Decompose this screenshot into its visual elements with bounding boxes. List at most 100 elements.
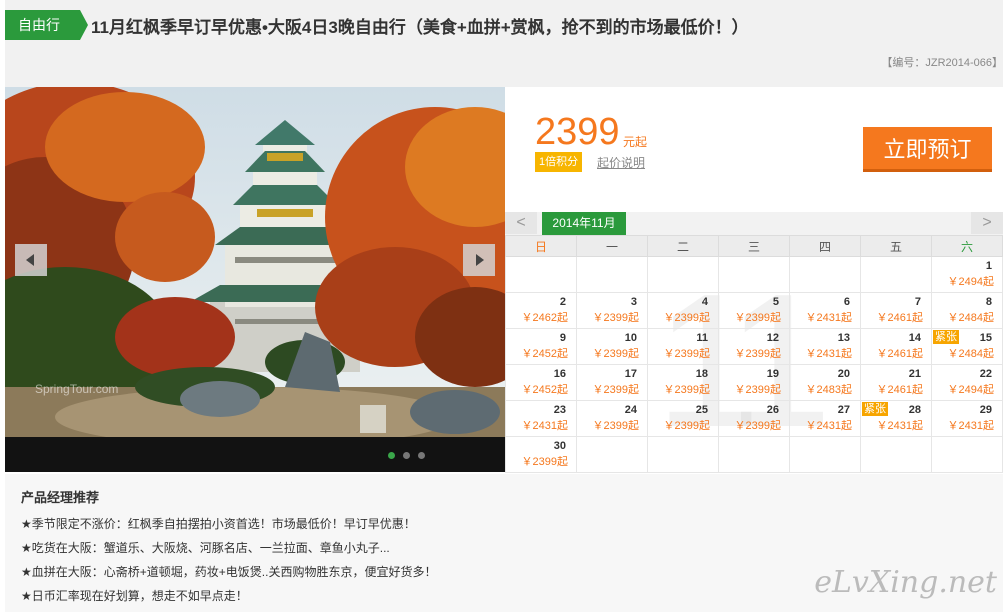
calendar-day-cell[interactable]: 19 ￥2399起 [718,364,790,401]
carousel-dot[interactable] [418,452,425,459]
calendar-day-cell[interactable]: 2 ￥2462起 [505,292,577,329]
calendar-day-cell[interactable]: 17 ￥2399起 [576,364,648,401]
carousel-dot[interactable] [388,452,395,459]
calendar-day-cell[interactable]: 12 ￥2399起 [718,328,790,365]
calendar-day-cell[interactable]: 24 ￥2399起 [576,400,648,437]
calendar-empty-cell [860,436,932,473]
points-badge: 1倍积分 [535,152,583,172]
weekday-row: 日一二三四五六 [505,235,1003,257]
day-number: 2 [559,296,566,308]
calendar-day-cell[interactable]: 3 ￥2399起 [576,292,648,329]
calendar-empty-cell [931,436,1003,473]
day-price: ￥2452起 [521,384,568,396]
calendar-week: 1 ￥2494起 [505,256,1003,293]
day-price: ￥2483起 [805,384,852,396]
day-number: 18 [695,368,708,380]
carousel-next-button[interactable] [463,244,495,276]
day-number: 28 [908,404,921,416]
price-unit: 元起 [623,135,648,149]
day-number: 21 [908,368,921,380]
limited-seats-badge: 紧张 [862,402,888,416]
carousel-dot[interactable] [403,452,410,459]
day-price: ￥2461起 [876,312,923,324]
category-tag[interactable]: 自由行 [5,10,88,40]
carousel-prev-button[interactable] [15,244,47,276]
day-price: ￥2452起 [521,348,568,360]
day-price: ￥2431起 [805,420,852,432]
calendar-day-cell[interactable]: 5 ￥2399起 [718,292,790,329]
day-number: 13 [837,332,850,344]
day-number: 7 [914,296,921,308]
day-number: 20 [837,368,850,380]
price-note-link[interactable]: 起价说明 [597,154,645,171]
weekday-header: 六 [931,235,1003,257]
photo-watermark: SpringTour.com [35,382,119,396]
recommend-list: ★季节限定不涨价：红枫季自拍摆拍小资首选！市场最低价！早订早优惠！ ★吃货在大阪… [21,512,436,608]
day-price: ￥2399起 [663,384,710,396]
day-number: 16 [553,368,566,380]
calendar-day-cell[interactable]: 30 ￥2399起 [505,436,577,473]
carousel-dots [388,452,425,459]
calendar-day-cell[interactable]: 13 ￥2431起 [789,328,861,365]
day-number: 8 [985,296,992,308]
calendar-day-cell[interactable]: 16 ￥2452起 [505,364,577,401]
day-number: 14 [908,332,921,344]
calendar-day-cell[interactable]: 14 ￥2461起 [860,328,932,365]
book-now-button[interactable]: 立即预订 [863,127,992,172]
calendar-next-button[interactable]: > [971,212,1003,234]
calendar-week: 9 ￥2452起 10 ￥2399起 11 ￥2399起 12 ￥2399起 13 ￥2431起 1… [505,328,1003,365]
day-number: 15 [979,332,992,344]
calendar-day-cell[interactable]: 20 ￥2483起 [789,364,861,401]
calendar-day-cell[interactable]: 紧张 15 ￥2484起 [931,328,1003,365]
calendar-day-cell[interactable]: 8 ￥2484起 [931,292,1003,329]
calendar-day-cell[interactable]: 25 ￥2399起 [647,400,719,437]
day-number: 9 [559,332,566,344]
recommend-item: ★日币汇率现在好划算，想走不如早点走！ [21,589,248,603]
day-number: 12 [766,332,779,344]
day-price: ￥2431起 [521,420,568,432]
day-price: ￥2431起 [947,420,994,432]
weekday-header: 四 [789,235,861,257]
osaka-castle-photo [5,87,505,472]
calendar-day-cell[interactable]: 1 ￥2494起 [931,256,1003,293]
day-price: ￥2399起 [592,312,639,324]
day-price: ￥2399起 [592,384,639,396]
calendar-day-cell[interactable]: 紧张 28 ￥2431起 [860,400,932,437]
calendar-day-cell[interactable]: 9 ￥2452起 [505,328,577,365]
day-number: 11 [696,332,708,344]
calendar-day-cell[interactable]: 29 ￥2431起 [931,400,1003,437]
day-number: 4 [701,296,708,308]
calendar-day-cell[interactable]: 18 ￥2399起 [647,364,719,401]
calendar-day-cell[interactable]: 27 ￥2431起 [789,400,861,437]
calendar-week: 2 ￥2462起 3 ￥2399起 4 ￥2399起 5 ￥2399起 6 ￥2431起 7 ￥246… [505,292,1003,329]
day-price: ￥2431起 [805,348,852,360]
calendar-prev-button[interactable]: < [505,212,537,234]
calendar-empty-cell [505,256,577,293]
calendar-day-cell[interactable]: 23 ￥2431起 [505,400,577,437]
weekday-header: 一 [576,235,648,257]
calendar-empty-cell [860,256,932,293]
calendar-day-cell[interactable]: 21 ￥2461起 [860,364,932,401]
day-price: ￥2399起 [521,456,568,468]
calendar-day-cell[interactable]: 22 ￥2494起 [931,364,1003,401]
day-price: ￥2399起 [734,348,781,360]
calendar-day-cell[interactable]: 7 ￥2461起 [860,292,932,329]
calendar-day-cell[interactable]: 10 ￥2399起 [576,328,648,365]
day-price: ￥2494起 [947,384,994,396]
day-number: 5 [772,296,779,308]
calendar-nav: < 2014年11月 > [505,212,1003,235]
day-price: ￥2462起 [521,312,568,324]
recommend-item: ★季节限定不涨价：红枫季自拍摆拍小资首选！市场最低价！早订早优惠！ [21,517,416,531]
calendar-week: 16 ￥2452起 17 ￥2399起 18 ￥2399起 19 ￥2399起 20 ￥2483起… [505,364,1003,401]
calendar-day-cell[interactable]: 11 ￥2399起 [647,328,719,365]
calendar-week: 30 ￥2399起 [505,436,1003,473]
calendar-day-cell[interactable]: 4 ￥2399起 [647,292,719,329]
chevron-right-icon [476,254,484,266]
day-price: ￥2399起 [734,420,781,432]
day-price: ￥2399起 [734,312,781,324]
weekday-header: 三 [718,235,790,257]
calendar-day-cell[interactable]: 6 ￥2431起 [789,292,861,329]
day-number: 29 [979,404,992,416]
recommend-title: 产品经理推荐 [21,490,100,505]
calendar-day-cell[interactable]: 26 ￥2399起 [718,400,790,437]
